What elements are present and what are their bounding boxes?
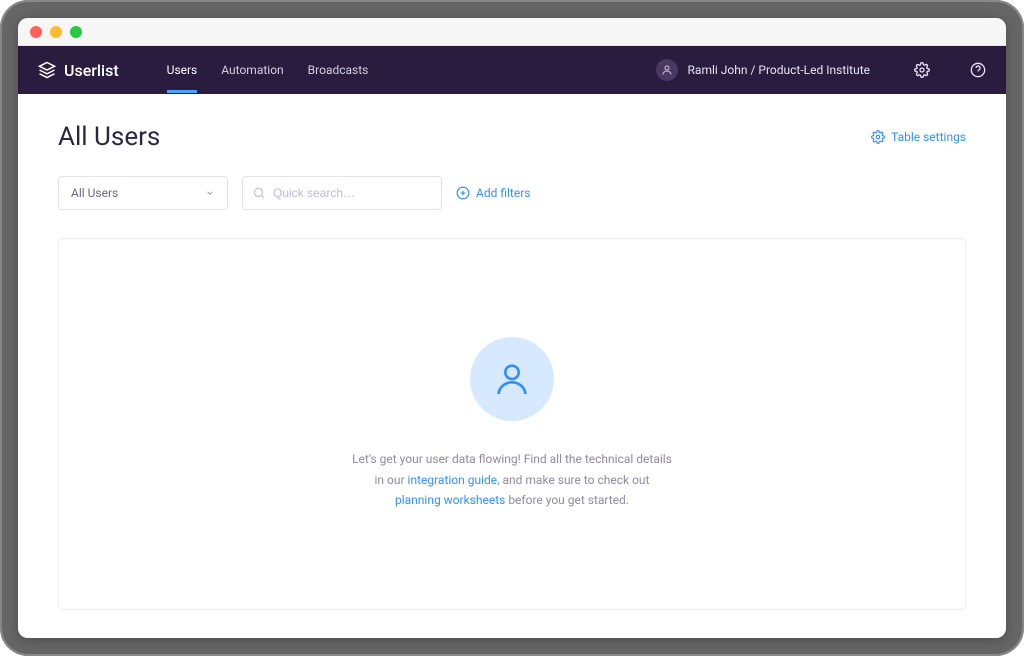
add-filters-label: Add filters	[476, 186, 530, 200]
plus-circle-icon	[456, 186, 470, 200]
empty-line1: Let's get your user data flowing! Find a…	[352, 452, 672, 466]
gear-icon	[871, 130, 885, 144]
close-window-icon[interactable]	[30, 26, 42, 38]
empty-line2-mid: , and make sure to check out	[497, 473, 649, 487]
search-field[interactable]	[242, 176, 442, 210]
gear-icon	[914, 62, 930, 78]
empty-state-icon-bg	[470, 337, 554, 421]
brand[interactable]: Userlist	[38, 61, 119, 80]
brand-name: Userlist	[64, 61, 119, 80]
chevron-down-icon	[205, 188, 215, 198]
search-input[interactable]	[242, 176, 442, 210]
window-chrome	[18, 18, 1006, 46]
controls-row: All Users Add filters	[58, 176, 966, 210]
main-content: All Users Table settings All Users	[18, 94, 1006, 638]
nav-link-users[interactable]: Users	[167, 47, 198, 93]
avatar-icon	[656, 59, 678, 81]
search-icon	[252, 186, 266, 200]
table-settings-button[interactable]: Table settings	[871, 130, 966, 144]
minimize-window-icon[interactable]	[50, 26, 62, 38]
user-icon	[492, 359, 532, 399]
page-header: All Users Table settings	[58, 122, 966, 152]
maximize-window-icon[interactable]	[70, 26, 82, 38]
segment-select[interactable]: All Users	[58, 176, 228, 210]
device-frame: Userlist Users Automation Broadcasts Ram…	[0, 0, 1024, 656]
logo-icon	[38, 61, 56, 79]
empty-state-card: Let's get your user data flowing! Find a…	[58, 238, 966, 610]
nav-user-label: Ramli John / Product-Led Institute	[688, 63, 870, 77]
empty-line2-pre: in our	[375, 473, 408, 487]
window: Userlist Users Automation Broadcasts Ram…	[18, 18, 1006, 638]
settings-button[interactable]	[914, 62, 930, 78]
table-settings-label: Table settings	[891, 130, 966, 144]
planning-worksheets-link[interactable]: planning worksheets	[395, 493, 505, 507]
help-icon	[970, 62, 986, 78]
empty-line3-post: before you get started.	[505, 493, 629, 507]
integration-guide-link[interactable]: integration guide	[408, 473, 498, 487]
add-filters-button[interactable]: Add filters	[456, 186, 530, 200]
help-button[interactable]	[970, 62, 986, 78]
empty-state-text: Let's get your user data flowing! Find a…	[352, 449, 672, 510]
nav-user[interactable]: Ramli John / Product-Led Institute	[656, 59, 870, 81]
page-title: All Users	[58, 122, 160, 152]
segment-select-value: All Users	[71, 186, 118, 200]
nav-links: Users Automation Broadcasts	[167, 47, 369, 93]
nav-link-broadcasts[interactable]: Broadcasts	[308, 47, 369, 93]
nav-link-automation[interactable]: Automation	[221, 47, 283, 93]
topnav: Userlist Users Automation Broadcasts Ram…	[18, 46, 1006, 94]
